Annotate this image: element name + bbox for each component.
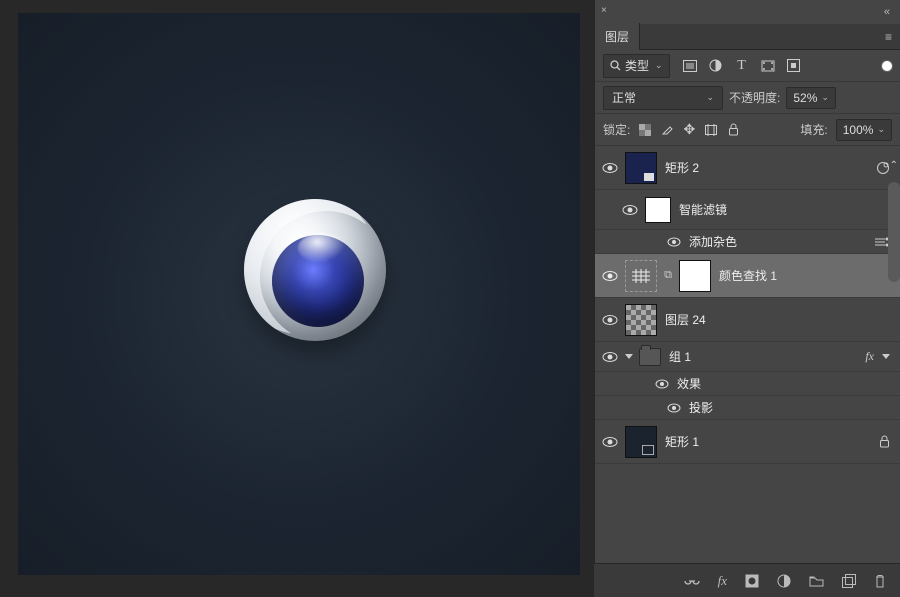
pixel-filter-icon[interactable] — [682, 58, 698, 74]
visibility-icon[interactable] — [667, 237, 681, 247]
layer-name: 矩形 1 — [665, 433, 879, 450]
collapse-icon[interactable]: « — [884, 6, 890, 18]
layer-24[interactable]: 图层 24 — [595, 298, 900, 342]
filter-row: 类型 ⌄ T — [595, 50, 900, 82]
lock-brush-icon[interactable] — [660, 123, 674, 137]
canvas-area[interactable] — [0, 0, 594, 597]
add-style-icon[interactable]: fx — [718, 573, 727, 589]
document-canvas — [18, 13, 580, 575]
visibility-icon[interactable] — [595, 436, 625, 448]
visibility-icon[interactable] — [595, 270, 625, 282]
scrollbar-thumb[interactable] — [888, 182, 900, 282]
layer-smart-filters[interactable]: 智能滤镜 — [595, 190, 900, 230]
search-icon — [610, 60, 621, 71]
tab-layers[interactable]: 图层 — [595, 23, 640, 50]
chevron-down-icon: ⌄ — [821, 92, 829, 103]
effect-name: 效果 — [677, 375, 890, 392]
fill-input[interactable]: 100% ⌄ — [836, 119, 892, 141]
chevron-down-icon: ⌄ — [877, 124, 885, 135]
fill-value: 100% — [843, 123, 874, 137]
link-icon[interactable]: ⧉ — [661, 269, 675, 282]
fx-icon[interactable]: fx — [865, 349, 874, 364]
visibility-icon[interactable] — [655, 379, 669, 389]
layer-name: 颜色查找 1 — [719, 267, 890, 284]
layer-thumbnail — [625, 152, 657, 184]
smart-object-icon — [876, 161, 890, 175]
effect-name: 添加杂色 — [689, 233, 874, 250]
layer-name: 图层 24 — [665, 311, 890, 328]
panel-footer: fx — [594, 563, 900, 597]
blend-row: 正常 ⌄ 不透明度: 52% ⌄ — [595, 82, 900, 114]
expand-icon[interactable] — [625, 354, 633, 359]
lock-all-icon[interactable] — [726, 123, 740, 137]
lock-artboard-icon[interactable] — [704, 123, 718, 137]
layer-color-lookup[interactable]: ⧉ 颜色查找 1 — [595, 254, 900, 298]
type-filter-icon[interactable]: T — [734, 58, 750, 74]
visibility-icon[interactable] — [595, 314, 625, 326]
chevron-down-icon[interactable] — [882, 354, 890, 359]
logo-sphere — [244, 199, 386, 341]
filter-mask-thumbnail — [645, 197, 671, 223]
layer-rect1[interactable]: 矩形 1 — [595, 420, 900, 464]
adjustment-icon — [625, 260, 657, 292]
layer-rect2[interactable]: 矩形 2 — [595, 146, 900, 190]
scroll-up-icon[interactable]: ⌃ — [890, 160, 898, 171]
filter-type-select[interactable]: 类型 ⌄ — [603, 54, 670, 78]
opacity-label: 不透明度: — [729, 89, 780, 106]
visibility-icon[interactable] — [615, 204, 645, 216]
layer-group1[interactable]: 组 1 fx — [595, 342, 900, 372]
chevron-down-icon: ⌄ — [706, 92, 714, 103]
link-layers-icon[interactable] — [684, 576, 700, 586]
delete-layer-icon[interactable] — [874, 574, 886, 588]
layer-mask-thumbnail — [679, 260, 711, 292]
lock-row: 锁定: ✥ 填充: 100% ⌄ — [595, 114, 900, 146]
shape-filter-icon[interactable] — [760, 58, 776, 74]
blend-mode-select[interactable]: 正常 ⌄ — [603, 86, 723, 110]
chevron-down-icon: ⌄ — [655, 60, 663, 71]
layer-name: 组 1 — [669, 348, 865, 365]
lock-position-icon[interactable]: ✥ — [682, 123, 696, 137]
layer-name: 智能滤镜 — [679, 201, 890, 218]
smart-filter-icon[interactable] — [786, 58, 802, 74]
lock-icon — [879, 435, 890, 448]
visibility-icon[interactable] — [667, 403, 681, 413]
layer-thumbnail — [625, 426, 657, 458]
layers-panel: × « 图层 ≡ 类型 ⌄ T — [594, 0, 900, 597]
lock-label: 锁定: — [603, 121, 630, 138]
close-icon[interactable]: × — [601, 6, 611, 16]
layer-thumbnail — [625, 304, 657, 336]
filter-type-label: 类型 — [625, 57, 649, 74]
add-adjustment-icon[interactable] — [777, 574, 791, 588]
layer-drop-shadow[interactable]: 投影 — [595, 396, 900, 420]
visibility-icon[interactable] — [595, 351, 625, 363]
add-mask-icon[interactable] — [745, 574, 759, 588]
panel-menu-icon[interactable]: ≡ — [877, 30, 900, 44]
effect-name: 投影 — [689, 399, 890, 416]
visibility-icon[interactable] — [595, 162, 625, 174]
layer-add-noise[interactable]: 添加杂色 — [595, 230, 900, 254]
blend-mode-value: 正常 — [612, 89, 636, 106]
adjustment-filter-icon[interactable] — [708, 58, 724, 74]
layer-name: 矩形 2 — [665, 159, 876, 176]
panel-tabs: 图层 ≡ — [595, 24, 900, 50]
opacity-value: 52% — [793, 91, 817, 105]
fill-label: 填充: — [800, 121, 827, 138]
filter-toggle-icon[interactable] — [882, 61, 892, 71]
lock-transparency-icon[interactable] — [638, 123, 652, 137]
layer-effects-header[interactable]: 效果 — [595, 372, 900, 396]
add-layer-icon[interactable] — [842, 574, 856, 588]
folder-icon — [639, 348, 661, 366]
layer-list: 矩形 2 智能滤镜 添加杂色 ⧉ 颜色查找 1 — [595, 146, 900, 498]
add-group-icon[interactable] — [809, 575, 824, 587]
opacity-input[interactable]: 52% ⌄ — [786, 87, 836, 109]
